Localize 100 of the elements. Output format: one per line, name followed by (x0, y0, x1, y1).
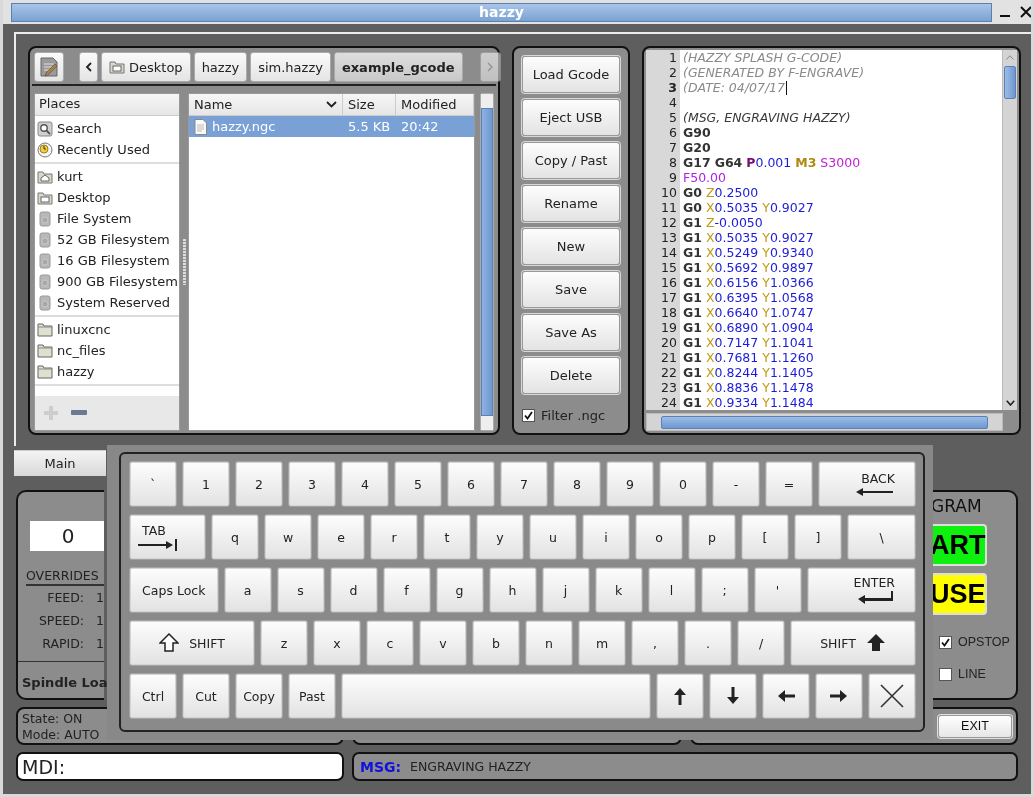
key[interactable]: 6 (447, 461, 495, 507)
path-button[interactable]: example_gcode (333, 52, 463, 82)
key[interactable]: Caps Lock (129, 567, 219, 613)
action-button[interactable]: Delete (522, 357, 620, 394)
action-button[interactable]: New (522, 228, 620, 265)
action-button[interactable]: Eject USB (522, 99, 620, 136)
key[interactable]: BACK (818, 461, 916, 507)
places-item[interactable]: Desktop (57, 190, 111, 205)
places-item[interactable]: hazzy (57, 364, 95, 379)
vertical-scrollbar[interactable] (480, 93, 494, 431)
places-item[interactable]: 52 GB Filesystem (57, 232, 170, 247)
places-item[interactable]: 16 GB Filesystem (57, 253, 170, 268)
key[interactable]: TAB (129, 514, 206, 560)
action-button[interactable]: Copy / Past (522, 142, 620, 179)
action-button[interactable]: Load Gcode (522, 56, 620, 93)
key[interactable]: g (435, 567, 484, 613)
key[interactable]: k (594, 567, 643, 613)
key[interactable]: d (329, 567, 378, 613)
key[interactable]: f (382, 567, 431, 613)
exit-button[interactable]: EXIT (938, 714, 1012, 738)
edit-location-button[interactable] (34, 52, 64, 82)
places-item[interactable]: 900 GB Filesystem (57, 274, 178, 289)
key[interactable]: c (366, 620, 414, 666)
key[interactable]: 4 (341, 461, 389, 507)
key[interactable] (762, 673, 810, 719)
key[interactable]: t (423, 514, 471, 560)
key[interactable]: 3 (288, 461, 336, 507)
key[interactable]: y (476, 514, 524, 560)
checkbox[interactable] (522, 409, 535, 422)
key[interactable]: x (313, 620, 361, 666)
key[interactable]: Ctrl (129, 673, 177, 719)
column-header[interactable]: Name (189, 94, 343, 115)
key[interactable]: Cut (182, 673, 230, 719)
path-button[interactable]: sim.hazzy (250, 52, 331, 82)
key[interactable]: Past (288, 673, 336, 719)
pane-handle[interactable] (182, 239, 186, 285)
key[interactable]: SHIFT (129, 620, 255, 666)
action-button[interactable]: Rename (522, 185, 620, 222)
places-item[interactable]: Search (57, 121, 102, 136)
checkbox[interactable] (939, 635, 952, 649)
key[interactable]: 9 (606, 461, 654, 507)
horizontal-scrollbar[interactable] (646, 413, 1003, 431)
places-item[interactable]: System Reserved (57, 295, 171, 310)
key[interactable]: 1 (182, 461, 230, 507)
key[interactable]: ' (753, 567, 802, 613)
key[interactable]: n (525, 620, 573, 666)
key[interactable]: r (370, 514, 418, 560)
checkbox[interactable] (939, 667, 952, 681)
key[interactable]: b (472, 620, 520, 666)
key[interactable]: - (712, 461, 760, 507)
places-item[interactable]: nc_files (57, 343, 106, 358)
key[interactable]: , (631, 620, 679, 666)
key[interactable]: . (684, 620, 732, 666)
places-item[interactable]: File System (57, 211, 132, 226)
key[interactable]: 2 (235, 461, 283, 507)
column-header[interactable]: Size (343, 94, 396, 115)
key[interactable]: 8 (553, 461, 601, 507)
key[interactable] (709, 673, 757, 719)
key[interactable]: ; (700, 567, 749, 613)
key[interactable]: ] (794, 514, 842, 560)
path-button[interactable]: Desktop (101, 52, 191, 82)
key[interactable]: v (419, 620, 467, 666)
key[interactable]: ` (129, 461, 177, 507)
key[interactable]: \ (847, 514, 916, 560)
key[interactable]: p (688, 514, 736, 560)
key[interactable]: j (541, 567, 590, 613)
key[interactable]: h (488, 567, 537, 613)
key[interactable]: = (765, 461, 813, 507)
scrollbar-thumb[interactable] (1004, 66, 1016, 99)
places-item[interactable]: Recently Used (57, 142, 150, 157)
key[interactable]: ENTER (806, 567, 916, 613)
action-button[interactable]: Save As (522, 314, 620, 351)
key[interactable]: e (317, 514, 365, 560)
key[interactable]: o (635, 514, 683, 560)
path-back-button[interactable] (79, 52, 98, 82)
key[interactable]: SHIFT (790, 620, 916, 666)
key[interactable]: w (264, 514, 312, 560)
key[interactable]: u (529, 514, 577, 560)
key[interactable]: s (276, 567, 325, 613)
key[interactable]: l (647, 567, 696, 613)
places-item[interactable]: kurt (57, 169, 83, 184)
key[interactable]: 7 (500, 461, 548, 507)
key[interactable]: / (737, 620, 785, 666)
key[interactable] (656, 673, 704, 719)
key[interactable]: q (211, 514, 259, 560)
key[interactable]: i (582, 514, 630, 560)
path-button[interactable]: hazzy (193, 52, 248, 82)
tab[interactable]: Main (14, 450, 106, 476)
key[interactable] (815, 673, 863, 719)
pause-button[interactable]: USE (930, 573, 987, 615)
action-button[interactable]: Save (522, 271, 620, 308)
key[interactable]: Copy (235, 673, 283, 719)
key[interactable]: z (260, 620, 308, 666)
key[interactable]: m (578, 620, 626, 666)
places-item[interactable]: linuxcnc (57, 322, 111, 337)
key[interactable]: a (223, 567, 272, 613)
key[interactable]: 5 (394, 461, 442, 507)
key[interactable]: [ (741, 514, 789, 560)
minus-icon[interactable] (71, 410, 87, 416)
key[interactable]: 0 (659, 461, 707, 507)
